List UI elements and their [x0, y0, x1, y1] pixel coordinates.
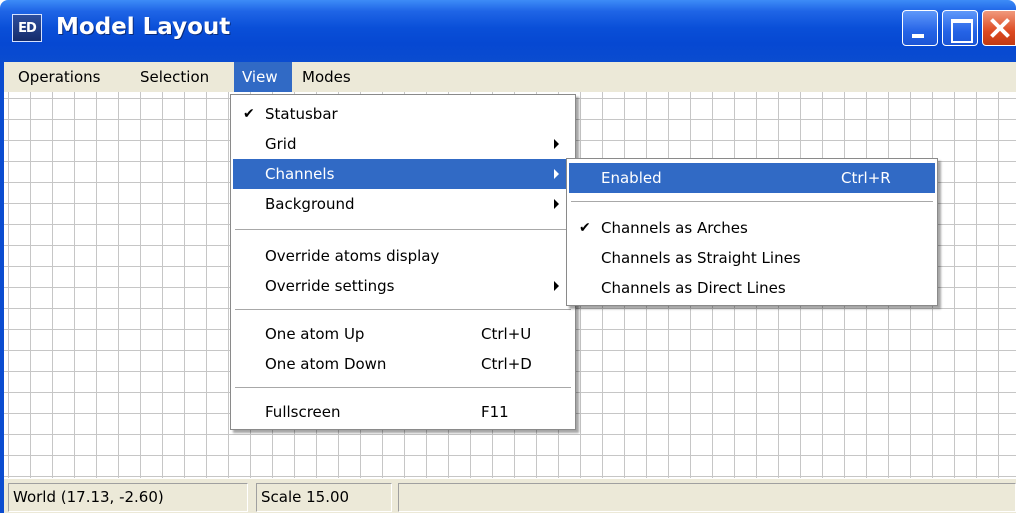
menu-separator	[571, 201, 933, 203]
status-world-coords: World (17.13, -2.60)	[8, 483, 248, 512]
channels-item-label: Channels as Straight Lines	[601, 249, 801, 267]
menu-selection[interactable]: Selection	[132, 62, 217, 92]
view-menu-item-label: Channels	[265, 165, 335, 183]
channels-item-label: Channels as Arches	[601, 219, 748, 237]
shortcut-label: Ctrl+D	[481, 355, 532, 373]
check-icon: ✔	[579, 220, 591, 236]
shortcut-label: Ctrl+R	[841, 169, 891, 187]
channels-item-direct-lines[interactable]: Channels as Direct Lines	[569, 273, 935, 303]
view-menu-item-label: Statusbar	[265, 105, 338, 123]
view-menu-item-label: One atom Up	[265, 325, 365, 343]
channels-submenu: Enabled Ctrl+R ✔ Channels as Arches Chan…	[566, 158, 938, 306]
maximize-icon[interactable]	[942, 10, 978, 46]
minimize-icon[interactable]	[902, 10, 938, 46]
app-icon-text: ED	[18, 20, 37, 36]
channels-item-straight-lines[interactable]: Channels as Straight Lines	[569, 243, 935, 273]
view-menu-item-override-settings[interactable]: Override settings	[233, 271, 573, 301]
title-bar[interactable]: ED Model Layout	[0, 0, 1016, 62]
view-menu-item-label: One atom Down	[265, 355, 387, 373]
app-icon[interactable]: ED	[12, 14, 42, 42]
submenu-arrow-icon	[554, 169, 559, 179]
window-title: Model Layout	[56, 14, 231, 40]
view-menu-item-label: Grid	[265, 135, 297, 153]
view-menu: ✔ Statusbar Grid Channels Background Ove…	[230, 94, 576, 430]
submenu-arrow-icon	[554, 199, 559, 209]
view-menu-item-one-atom-down[interactable]: One atom Down Ctrl+D	[233, 349, 573, 379]
channels-item-label: Channels as Direct Lines	[601, 279, 786, 297]
view-menu-item-label: Override settings	[265, 277, 395, 295]
view-menu-item-fullscreen[interactable]: Fullscreen F11	[233, 397, 573, 427]
submenu-arrow-icon	[554, 281, 559, 291]
view-menu-item-background[interactable]: Background	[233, 189, 573, 219]
view-menu-item-override-atoms-display[interactable]: Override atoms display	[233, 241, 573, 271]
menu-operations[interactable]: Operations	[10, 62, 108, 92]
view-menu-item-statusbar[interactable]: ✔ Statusbar	[233, 99, 573, 129]
close-icon[interactable]	[982, 10, 1016, 46]
view-menu-item-label: Override atoms display	[265, 247, 440, 265]
view-menu-item-label: Fullscreen	[265, 403, 341, 421]
channels-item-enabled[interactable]: Enabled Ctrl+R	[569, 163, 935, 193]
shortcut-label: Ctrl+U	[481, 325, 532, 343]
view-menu-item-grid[interactable]: Grid	[233, 129, 573, 159]
shortcut-label: F11	[481, 403, 509, 421]
menu-modes[interactable]: Modes	[294, 62, 359, 92]
view-menu-item-label: Background	[265, 195, 355, 213]
menu-view[interactable]: View	[234, 62, 292, 92]
submenu-arrow-icon	[554, 139, 559, 149]
view-menu-item-channels[interactable]: Channels	[233, 159, 573, 189]
check-icon: ✔	[243, 106, 255, 122]
status-panel-empty	[398, 483, 1016, 512]
menu-separator	[235, 229, 571, 231]
menu-separator	[235, 387, 571, 389]
status-bar: World (17.13, -2.60) Scale 15.00	[4, 478, 1016, 513]
status-scale: Scale 15.00	[256, 483, 392, 512]
view-menu-item-one-atom-up[interactable]: One atom Up Ctrl+U	[233, 319, 573, 349]
menu-bar: Operations Selection View Modes	[0, 62, 1016, 92]
channels-item-label: Enabled	[601, 169, 662, 187]
menu-separator	[235, 309, 571, 311]
channels-item-arches[interactable]: ✔ Channels as Arches	[569, 213, 935, 243]
